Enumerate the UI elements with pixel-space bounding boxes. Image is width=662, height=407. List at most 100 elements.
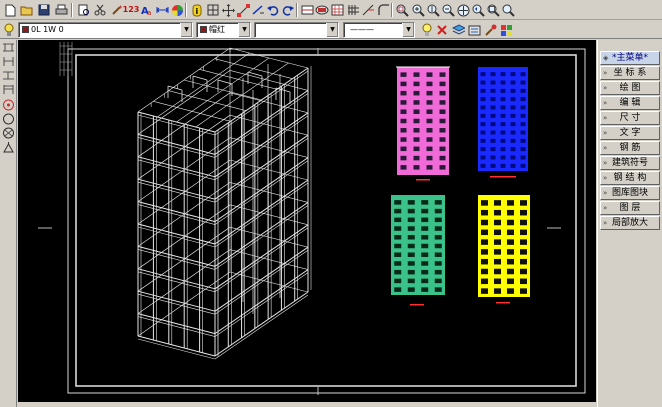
screen-menu: ◈ *主菜单* » 坐 标 系 » 绘 图 » 编 辑 » 尺 寸 » 文 字 » 钢 筋 »… [597, 40, 662, 407]
toolbar-separator [71, 3, 73, 17]
menu-item-edit[interactable]: » 编 辑 [600, 96, 660, 110]
layer-tools-icon[interactable] [466, 22, 482, 38]
line-h-icon[interactable] [1, 42, 16, 55]
double-chevron-icon: » [603, 219, 608, 227]
grid-icon[interactable] [205, 2, 221, 18]
info-icon[interactable]: i [189, 2, 205, 18]
lightbulb-icon[interactable] [419, 22, 435, 38]
print-icon[interactable] [53, 2, 69, 18]
zoom-previous-icon[interactable] [470, 2, 486, 18]
circle-icon[interactable] [1, 113, 16, 126]
chevron-down-icon[interactable]: ▼ [238, 23, 250, 37]
menu-item-text[interactable]: » 文 字 [600, 126, 660, 140]
elevation-panel-yellow [478, 195, 530, 304]
cad-application-window: 123 Aa i 0L 1W 0 ▼ 帽红 ▼ ▼ ——— ▼ ◈ *主菜单* … [0, 0, 662, 407]
menu-item-steel-structure[interactable]: » 钢 结 构 [600, 171, 660, 185]
chevron-down-icon[interactable]: ▼ [326, 23, 338, 37]
delete-x-icon[interactable] [434, 22, 450, 38]
layer-manager-icon[interactable] [450, 22, 466, 38]
cut-icon[interactable] [92, 2, 108, 18]
color-wheel-icon[interactable] [169, 2, 185, 18]
color-dropdown[interactable]: 帽红 ▼ [196, 22, 251, 38]
double-chevron-icon: » [603, 84, 608, 92]
paint-brush-icon[interactable] [482, 22, 498, 38]
drawing-canvas[interactable] [18, 40, 596, 402]
layer-value: 0L 1W 0 [31, 25, 64, 34]
double-chevron-icon: » [603, 144, 608, 152]
chevron-down-icon[interactable]: ▼ [180, 23, 192, 37]
break-icon[interactable] [345, 2, 361, 18]
double-chevron-icon: » [603, 114, 608, 122]
linetype-dropdown[interactable]: ▼ [254, 22, 339, 38]
number-123-icon[interactable]: 123 [123, 2, 140, 18]
elevation-panel-blue [478, 67, 528, 178]
zoom-out-icon[interactable] [440, 2, 456, 18]
save-icon[interactable] [36, 2, 52, 18]
zoom-extents-icon[interactable] [485, 2, 501, 18]
move-icon[interactable] [220, 2, 236, 18]
zoom-all-icon[interactable] [500, 2, 516, 18]
edit-line-icon[interactable] [250, 2, 266, 18]
arc-icon[interactable] [1, 99, 16, 112]
properties-toolbar: 0L 1W 0 ▼ 帽红 ▼ ▼ ——— ▼ [0, 21, 662, 39]
title-block-strip [59, 42, 73, 76]
polygon-icon[interactable] [1, 127, 16, 140]
menu-header[interactable]: ◈ *主菜单* [600, 51, 660, 65]
zoom-realtime-icon[interactable] [425, 2, 441, 18]
dim-v-icon[interactable] [1, 84, 16, 97]
triangle-icon[interactable] [1, 142, 16, 155]
undo-icon[interactable] [265, 2, 281, 18]
menu-item-draw[interactable]: » 绘 图 [600, 81, 660, 95]
svg-text:i: i [196, 7, 199, 16]
menu-item-rebar[interactable]: » 钢 筋 [600, 141, 660, 155]
color-swatch [200, 26, 207, 33]
elevation-panel-pink [396, 66, 450, 181]
double-chevron-icon: » [603, 99, 608, 107]
diamond-icon: ◈ [603, 54, 609, 62]
print-preview-icon[interactable] [75, 2, 91, 18]
layer-color-icon[interactable] [498, 22, 514, 38]
elevation-panel-green [391, 195, 445, 306]
chevron-down-icon[interactable]: ▼ [402, 23, 414, 37]
dim-h-icon[interactable] [1, 70, 16, 83]
double-chevron-icon: » [603, 159, 608, 167]
double-chevron-icon: » [603, 69, 608, 77]
node-icon[interactable] [235, 2, 251, 18]
double-chevron-icon: » [603, 204, 608, 212]
lineweight-dropdown[interactable]: ——— ▼ [343, 22, 415, 38]
zoom-window-icon[interactable] [394, 2, 410, 18]
color-value: 帽红 [209, 25, 225, 34]
menu-item-architectural-symbols[interactable]: » 建筑符号 [600, 156, 660, 170]
toolbar-separator [185, 3, 187, 17]
layer-bulb-icon[interactable] [1, 22, 17, 38]
menu-item-detail-zoom[interactable]: » 局部放大 [600, 216, 660, 230]
drawing-viewport [38, 42, 586, 395]
redo-icon[interactable] [280, 2, 296, 18]
lineweight-value: ——— [350, 25, 374, 34]
pan-icon[interactable] [455, 2, 471, 18]
extend-icon[interactable] [360, 2, 376, 18]
toolbar-separator [296, 3, 298, 17]
svg-text:a: a [147, 9, 151, 16]
fillet-icon[interactable] [375, 2, 391, 18]
double-chevron-icon: » [603, 189, 608, 197]
hatch-icon[interactable] [329, 2, 345, 18]
layer-dropdown[interactable]: 0L 1W 0 ▼ [18, 22, 193, 38]
block-icon[interactable] [299, 2, 315, 18]
text-ab-icon[interactable]: Aa [139, 2, 155, 18]
zoom-in-icon[interactable] [410, 2, 426, 18]
menu-item-coordinate[interactable]: » 坐 标 系 [600, 66, 660, 80]
toolbar-separator [391, 3, 393, 17]
menu-item-dimension[interactable]: » 尺 寸 [600, 111, 660, 125]
open-folder-icon[interactable] [19, 2, 35, 18]
rectangle-icon[interactable] [314, 2, 330, 18]
line-v-icon[interactable] [1, 56, 16, 69]
menu-item-block-library[interactable]: » 图库图块 [600, 186, 660, 200]
standard-toolbar: 123 Aa i [0, 0, 662, 20]
double-chevron-icon: » [603, 129, 608, 137]
menu-item-layers[interactable]: » 图 层 [600, 201, 660, 215]
dimension-icon[interactable] [154, 2, 170, 18]
double-chevron-icon: » [603, 174, 608, 182]
layer-color-swatch [22, 26, 29, 33]
new-file-icon[interactable] [2, 2, 18, 18]
